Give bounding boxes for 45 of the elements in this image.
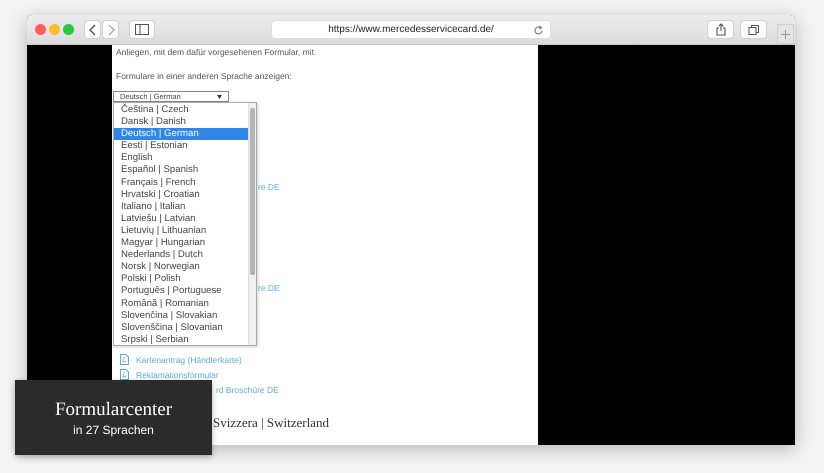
caption-subtitle: in 27 Sprachen: [73, 422, 154, 436]
document-icon: [120, 369, 129, 380]
chevron-right-icon: [106, 24, 114, 36]
close-button[interactable]: [35, 24, 46, 35]
sidebar-icon: [135, 24, 149, 35]
language-option[interactable]: Slovenščina | Slovanian: [114, 322, 248, 334]
language-option[interactable]: Español | Spanish: [114, 164, 248, 177]
address-bar[interactable]: https://www.mercedesservicecard.de/: [271, 20, 551, 39]
reload-icon[interactable]: [533, 25, 544, 36]
tabs-icon: [748, 24, 760, 36]
language-option[interactable]: Polski | Polish: [114, 273, 248, 286]
new-tab-button[interactable]: [777, 24, 794, 44]
share-icon: [716, 23, 726, 36]
language-option[interactable]: Hrvatski | Croatian: [114, 188, 248, 201]
language-option[interactable]: Dansk | Danish: [114, 116, 248, 128]
back-button[interactable]: [84, 20, 101, 39]
country-label: Svizzera | Switzerland: [213, 415, 329, 431]
language-option[interactable]: Magyar | Hungarian: [114, 237, 248, 250]
share-button[interactable]: [707, 20, 734, 39]
minimize-button[interactable]: [49, 24, 60, 35]
intro-text: Anliegen, mit dem dafür vorgesehenen Formular, mit.: [116, 46, 318, 58]
caption-title: Formularcenter: [54, 398, 172, 420]
language-option[interactable]: Čeština | Czech: [114, 104, 248, 116]
language-option[interactable]: Slovenčina | Slovakian: [114, 310, 248, 322]
document-icon: [120, 354, 129, 365]
language-option[interactable]: Srpski | Serbian: [114, 334, 248, 346]
caret-icon: [217, 94, 222, 98]
sidebar-button[interactable]: [129, 20, 155, 39]
chevron-left-icon: [88, 24, 96, 36]
zoom-button[interactable]: [63, 24, 74, 35]
language-option[interactable]: Lietuvių | Lithuanian: [114, 224, 248, 238]
language-option[interactable]: Eesti | Estonian: [114, 140, 248, 152]
scrollbar[interactable]: [248, 103, 256, 345]
language-option[interactable]: Italiano | Italian: [114, 200, 248, 213]
language-option[interactable]: Nederlands | Dutch: [114, 249, 248, 262]
plus-icon: [781, 30, 790, 38]
language-option[interactable]: English: [114, 152, 248, 164]
language-prompt: Formulare in einer anderen Sprache anzeigen:: [116, 70, 293, 82]
language-option[interactable]: Latviešu | Latvian: [114, 212, 248, 225]
language-option[interactable]: Português | Portuguese: [114, 285, 248, 298]
language-option[interactable]: Norsk | Norwegian: [114, 261, 248, 274]
tabs-button[interactable]: [740, 20, 767, 39]
language-option[interactable]: Deutsch | German: [114, 128, 248, 140]
language-option[interactable]: Română | Romanian: [114, 298, 248, 310]
language-option[interactable]: Français | French: [114, 176, 248, 189]
